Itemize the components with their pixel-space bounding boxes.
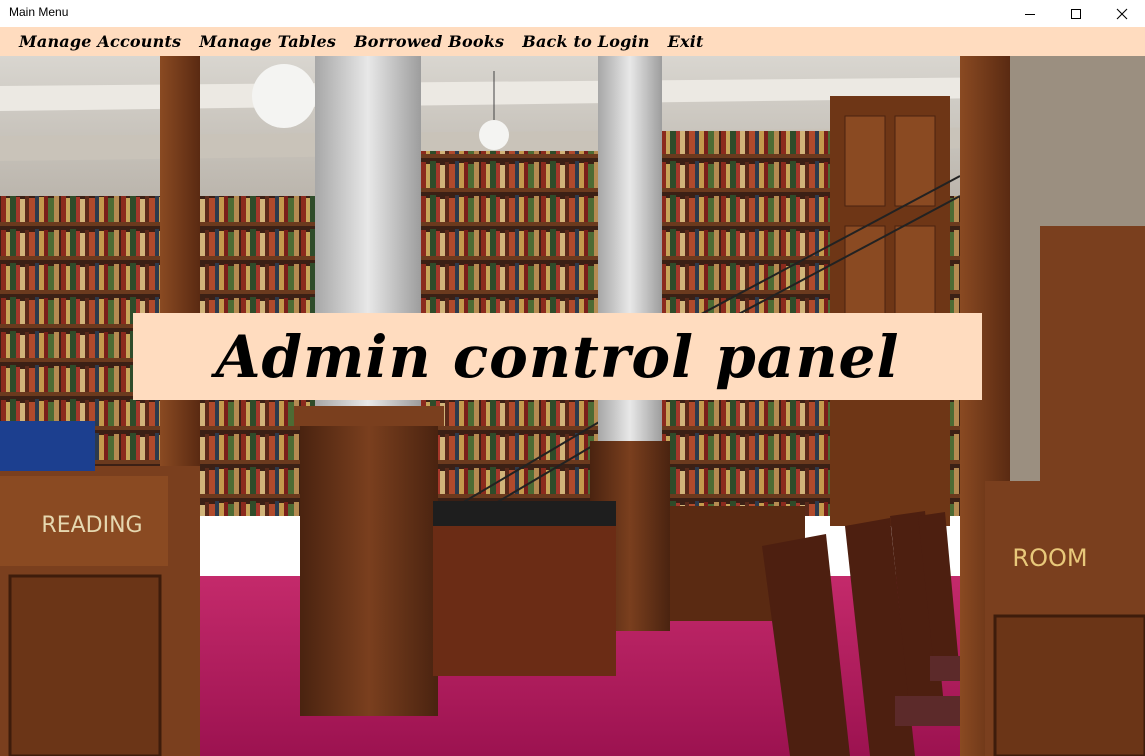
- library-background-image: READING ROOM: [0, 56, 1145, 756]
- title-bar[interactable]: Main Menu: [0, 0, 1145, 27]
- window-title: Main Menu: [9, 5, 69, 19]
- menu-item-exit[interactable]: Exit: [668, 32, 704, 51]
- close-button[interactable]: [1099, 0, 1145, 27]
- minimize-icon: [1025, 13, 1035, 15]
- minimize-button[interactable]: [1007, 0, 1053, 27]
- menu-item-borrowed-books[interactable]: Borrowed Books: [354, 32, 504, 51]
- menu-item-back-to-login[interactable]: Back to Login: [522, 32, 649, 51]
- library-scene-illustration: READING ROOM: [0, 56, 1145, 756]
- banner-title: Admin control panel: [215, 322, 900, 391]
- reading-sign: READING: [41, 513, 142, 538]
- maximize-icon: [1071, 8, 1081, 19]
- room-sign: ROOM: [1012, 544, 1087, 572]
- maximize-button[interactable]: [1053, 0, 1099, 27]
- menu-item-manage-accounts[interactable]: Manage Accounts: [19, 32, 181, 51]
- close-icon: [1116, 8, 1128, 19]
- menu-item-manage-tables[interactable]: Manage Tables: [199, 32, 336, 51]
- main-menu-window: Main Menu Manage Accounts Manage Tables …: [0, 0, 1145, 756]
- menu-bar: Manage Accounts Manage Tables Borrowed B…: [0, 27, 1145, 56]
- admin-banner: Admin control panel: [133, 313, 982, 400]
